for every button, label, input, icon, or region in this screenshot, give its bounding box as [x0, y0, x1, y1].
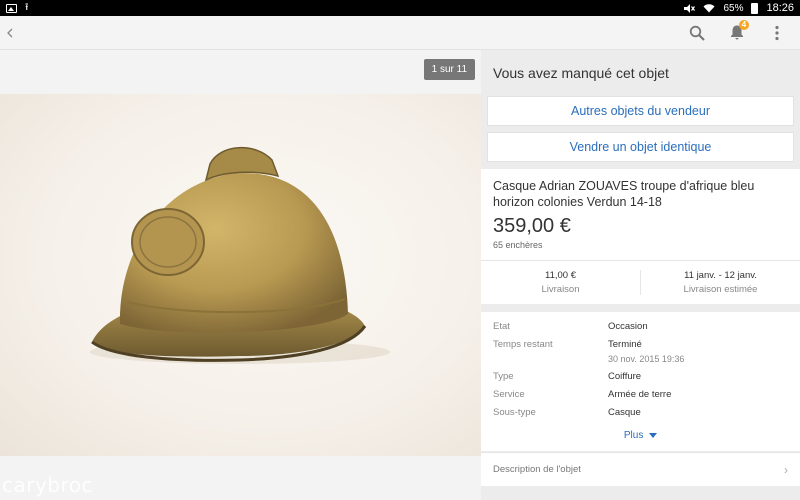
- detail-key: Temps restant: [493, 339, 553, 350]
- detail-row-type: Type Coiffure: [493, 368, 788, 386]
- missed-item-heading: Vous avez manqué cet objet: [493, 65, 669, 81]
- status-left: ⭱: [6, 3, 29, 13]
- description-label: Description de l'objet: [493, 464, 581, 475]
- shipping-cost-value: 11,00 €: [545, 270, 576, 281]
- image-notification-icon: [6, 3, 17, 13]
- upload-icon: ⭱: [25, 2, 29, 13]
- back-button[interactable]: [0, 16, 20, 50]
- status-right: 65% 18:26: [683, 2, 794, 14]
- detail-row-time-left: Temps restant Terminé 30 nov. 2015 19:36: [493, 336, 788, 368]
- item-detail-panel: Vous avez manqué cet objet Autres objets…: [481, 50, 800, 500]
- detail-value: Terminé: [608, 339, 642, 350]
- search-button[interactable]: [686, 22, 708, 44]
- photo-counter[interactable]: 1 sur 11: [423, 59, 475, 80]
- shipping-cost-label: Livraison: [541, 284, 580, 295]
- chevron-right-icon: ›: [784, 462, 788, 477]
- more-vertical-icon: [775, 25, 779, 40]
- detail-key: Etat: [493, 321, 510, 332]
- delivery-dates-label: Livraison estimée: [683, 284, 758, 295]
- item-price: 359,00 €: [493, 215, 571, 237]
- item-specifics-card: Etat Occasion Temps restant Terminé 30 n…: [481, 312, 800, 451]
- battery-percent: 65%: [723, 2, 744, 14]
- search-icon: [689, 25, 705, 41]
- detail-row-condition: Etat Occasion: [493, 318, 788, 336]
- show-more-label: Plus: [623, 430, 644, 441]
- helmet-photo[interactable]: [0, 94, 481, 456]
- detail-key: Type: [493, 371, 514, 382]
- detail-value: Occasion: [608, 321, 648, 332]
- bid-count: 65 enchères: [493, 240, 543, 250]
- notification-badge: 4: [739, 19, 749, 30]
- helmet-image: [90, 147, 390, 364]
- detail-value: Casque: [608, 407, 641, 418]
- app-toolbar: 4: [0, 16, 800, 50]
- shipping-cost: 11,00 € Livraison: [481, 270, 640, 295]
- toolbar-actions: 4: [686, 19, 800, 44]
- chevron-left-icon: [7, 28, 13, 37]
- detail-value: Coiffure: [608, 371, 642, 382]
- shipping-row: 11,00 € Livraison 11 janv. - 12 janv. Li…: [481, 260, 800, 304]
- detail-row-subtype: Sous-type Casque: [493, 404, 788, 422]
- item-description-link[interactable]: Description de l'objet ›: [481, 452, 800, 486]
- item-photo-gallery[interactable]: 1 sur 11 carybroc: [0, 50, 481, 500]
- mute-icon: [684, 3, 696, 13]
- detail-key: Service: [493, 389, 525, 400]
- show-more-button[interactable]: Plus: [493, 422, 788, 447]
- sell-similar-button[interactable]: Vendre un objet identique: [487, 132, 794, 162]
- status-time: 18:26: [766, 2, 794, 14]
- status-bar: ⭱ 65% 18:26: [0, 0, 800, 16]
- delivery-estimate: 11 janv. - 12 janv. Livraison estimée: [640, 270, 800, 295]
- photo-watermark: carybroc: [2, 473, 94, 497]
- delivery-dates: 11 janv. - 12 janv.: [684, 270, 757, 281]
- overflow-menu-button[interactable]: [766, 22, 788, 44]
- item-title: Casque Adrian ZOUAVES troupe d'afrique b…: [493, 179, 755, 209]
- item-summary-card: Casque Adrian ZOUAVES troupe d'afrique b…: [481, 169, 800, 304]
- detail-value-group: Terminé 30 nov. 2015 19:36: [608, 339, 684, 365]
- notifications-button[interactable]: 4: [726, 19, 749, 44]
- end-date: 30 nov. 2015 19:36: [608, 354, 685, 364]
- detail-key: Sous-type: [493, 407, 536, 418]
- detail-value: Armée de terre: [608, 389, 672, 400]
- battery-icon: [751, 2, 759, 14]
- wifi-icon: [703, 4, 715, 13]
- detail-row-service: Service Armée de terre: [493, 386, 788, 404]
- caret-down-icon: [649, 432, 658, 438]
- seller-other-items-button[interactable]: Autres objets du vendeur: [487, 96, 794, 126]
